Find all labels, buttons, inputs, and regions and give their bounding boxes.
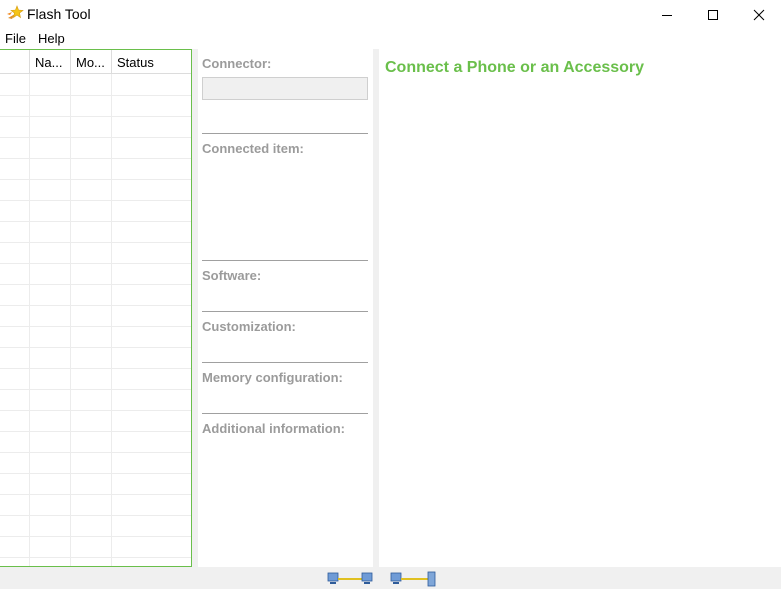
device-table[interactable]: Na... Mo... Status <box>0 49 192 567</box>
column-header-name[interactable]: Na... <box>29 50 70 74</box>
flash-star-icon <box>7 5 24 19</box>
table-header: Na... Mo... Status <box>0 50 191 74</box>
separator <box>202 413 368 414</box>
column-divider <box>70 74 71 566</box>
minimize-icon <box>662 14 672 16</box>
column-header-model[interactable]: Mo... <box>70 50 111 74</box>
maximize-icon <box>708 9 718 20</box>
separator <box>202 311 368 312</box>
customization-label: Customization: <box>202 319 296 334</box>
column-divider <box>29 74 30 566</box>
status-bar <box>0 567 781 589</box>
additional-information-label: Additional information: <box>202 421 345 436</box>
menu-file[interactable]: File <box>5 31 26 46</box>
main-panel: Connect a Phone or an Accessory <box>379 49 781 566</box>
connect-heading: Connect a Phone or an Accessory <box>385 59 645 76</box>
software-label: Software: <box>202 268 262 283</box>
minimize-button[interactable] <box>644 0 690 29</box>
title-bar: Flash Tool <box>0 0 781 29</box>
maximize-button[interactable] <box>690 0 736 29</box>
separator <box>202 133 368 134</box>
device-info-panel: Connector: Connected item: Software: Cus… <box>198 49 373 566</box>
connector-label: Connector: <box>202 56 272 71</box>
device-connection-icon <box>390 571 436 587</box>
network-connection-icon <box>327 572 373 584</box>
column-header-index[interactable] <box>0 50 29 74</box>
close-icon <box>753 9 765 20</box>
window-title: Flash Tool <box>27 6 91 22</box>
column-divider <box>111 74 112 566</box>
menu-help[interactable]: Help <box>38 31 65 46</box>
connected-item-label: Connected item: <box>202 141 304 156</box>
separator <box>202 260 368 261</box>
connector-field <box>202 77 368 100</box>
memory-configuration-label: Memory configuration: <box>202 370 343 385</box>
separator <box>202 362 368 363</box>
menu-bar: File Help <box>0 29 781 49</box>
column-header-status[interactable]: Status <box>111 50 191 74</box>
close-button[interactable] <box>736 0 781 29</box>
